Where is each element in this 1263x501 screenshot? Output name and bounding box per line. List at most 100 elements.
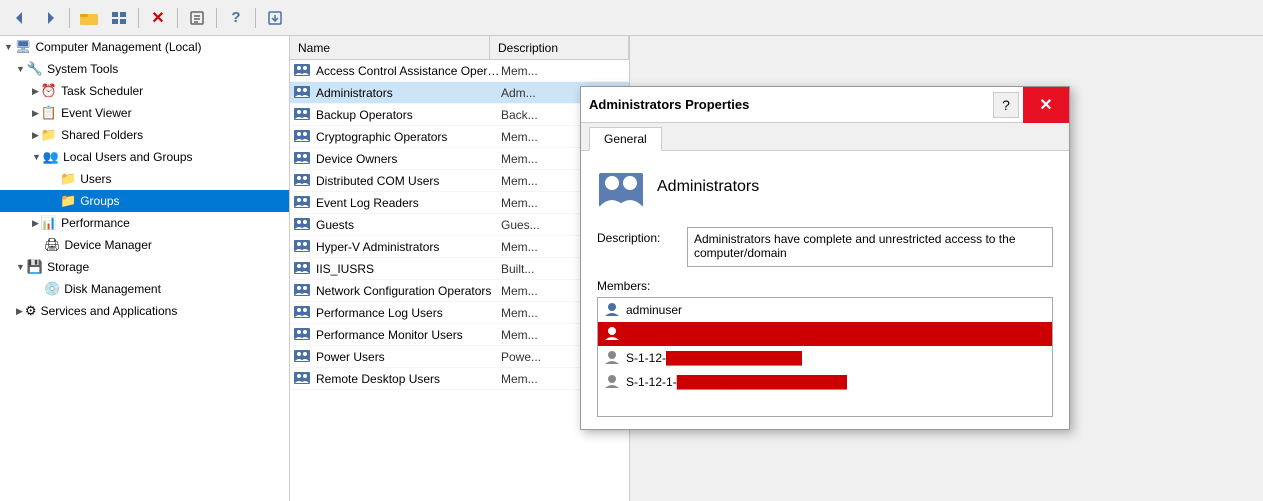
group-icon bbox=[294, 326, 310, 343]
row-name-distributed-com: Distributed COM Users bbox=[316, 174, 501, 188]
tree-item-event-viewer[interactable]: ▶ 📋 Event Viewer bbox=[0, 102, 289, 124]
separator-1 bbox=[69, 8, 70, 28]
toolbar: ✕ ? bbox=[0, 0, 1263, 36]
col-desc-header[interactable]: Description bbox=[490, 36, 629, 59]
group-icon bbox=[294, 150, 310, 167]
dialog-body: Administrators Description: Administrato… bbox=[581, 151, 1069, 429]
help-button[interactable]: ? bbox=[222, 5, 250, 31]
dialog-close-button[interactable]: ✕ bbox=[1023, 87, 1069, 123]
member-name-corporate: CORPORATE\█████████████████ bbox=[626, 327, 849, 341]
list-row-device-owners[interactable]: Device Owners Mem... bbox=[290, 148, 629, 170]
tree-item-users[interactable]: 📁 Users bbox=[0, 168, 289, 190]
member-corporate[interactable]: CORPORATE\█████████████████ bbox=[598, 322, 1052, 346]
separator-5 bbox=[255, 8, 256, 28]
dialog-help-button[interactable]: ? bbox=[993, 92, 1019, 118]
list-row-hyper-v[interactable]: Hyper-V Administrators Mem... bbox=[290, 236, 629, 258]
row-name-guests: Guests bbox=[316, 218, 501, 232]
tree-label-shared-folders: Shared Folders bbox=[61, 128, 143, 142]
tree-item-services-apps[interactable]: ▶ ⚙ Services and Applications bbox=[0, 300, 289, 322]
tree-label-device-manager: Device Manager bbox=[65, 238, 152, 252]
list-row-distributed-com[interactable]: Distributed COM Users Mem... bbox=[290, 170, 629, 192]
group-icon bbox=[294, 106, 310, 123]
tree-item-device-manager[interactable]: 🖨 Device Manager bbox=[0, 234, 289, 256]
chevron-icon: ▶ bbox=[16, 306, 23, 317]
sid-icon bbox=[604, 374, 620, 391]
tree-item-disk-mgmt[interactable]: 💿 Disk Management bbox=[0, 278, 289, 300]
description-value[interactable]: Administrators have complete and unrestr… bbox=[687, 227, 1053, 267]
list-row-backup-operators[interactable]: Backup Operators Back... bbox=[290, 104, 629, 126]
group-icon bbox=[294, 128, 310, 145]
row-name-perf-log: Performance Log Users bbox=[316, 306, 501, 320]
col-name-header[interactable]: Name bbox=[290, 36, 490, 59]
list-row-cryptographic[interactable]: Cryptographic Operators Mem... bbox=[290, 126, 629, 148]
list-row-iis[interactable]: IIS_IUSRS Built... bbox=[290, 258, 629, 280]
dialog-group-name: Administrators bbox=[657, 178, 759, 196]
users-icon: 👥 bbox=[43, 149, 59, 165]
row-name-cryptographic: Cryptographic Operators bbox=[316, 130, 501, 144]
export-button[interactable] bbox=[261, 5, 289, 31]
group-icon bbox=[294, 282, 310, 299]
list-row-administrators[interactable]: Administrators Adm... bbox=[290, 82, 629, 104]
tree-item-shared-folders[interactable]: ▶ 📁 Shared Folders bbox=[0, 124, 289, 146]
properties-button[interactable] bbox=[183, 5, 211, 31]
list-row-power-users[interactable]: Power Users Powe... bbox=[290, 346, 629, 368]
delete-button[interactable]: ✕ bbox=[144, 5, 172, 31]
group-icon bbox=[294, 216, 310, 233]
list-row-remote-desktop[interactable]: Remote Desktop Users Mem... bbox=[290, 368, 629, 390]
list-row-access-control[interactable]: Access Control Assistance Operators Mem.… bbox=[290, 60, 629, 82]
row-name-backup-operators: Backup Operators bbox=[316, 108, 501, 122]
tree-label-computer-mgmt: Computer Management (Local) bbox=[35, 40, 201, 54]
list-row-network-config[interactable]: Network Configuration Operators Mem... bbox=[290, 280, 629, 302]
tree-item-performance[interactable]: ▶ 📊 Performance bbox=[0, 212, 289, 234]
group-icon bbox=[294, 194, 310, 211]
tree-item-storage[interactable]: ▼ 💾 Storage bbox=[0, 256, 289, 278]
performance-icon: 📊 bbox=[41, 215, 57, 231]
domain-user-icon bbox=[604, 326, 620, 343]
back-button[interactable] bbox=[6, 5, 34, 31]
tree-label-system-tools: System Tools bbox=[47, 62, 118, 76]
view-button[interactable] bbox=[105, 5, 133, 31]
storage-icon: 💾 bbox=[27, 259, 43, 275]
dialog-description-field: Description: Administrators have complet… bbox=[597, 227, 1053, 267]
chevron-icon: ▼ bbox=[32, 152, 41, 162]
dialog-titlebar: Administrators Properties ? ✕ bbox=[581, 87, 1069, 123]
tree-item-task-scheduler[interactable]: ▶ ⏰ Task Scheduler bbox=[0, 80, 289, 102]
separator-2 bbox=[138, 8, 139, 28]
tree-item-computer-mgmt[interactable]: ▼ 🖥 Computer Management (Local) bbox=[0, 36, 289, 58]
tree-label-services-apps: Services and Applications bbox=[41, 304, 178, 318]
list-row-perf-log[interactable]: Performance Log Users Mem... bbox=[290, 302, 629, 324]
group-icon bbox=[294, 260, 310, 277]
separator-4 bbox=[216, 8, 217, 28]
chevron-icon: ▶ bbox=[32, 108, 39, 119]
device-icon: 🖨 bbox=[44, 237, 61, 253]
services-icon: ⚙ bbox=[25, 303, 37, 319]
tree-item-system-tools[interactable]: ▼ 🔧 System Tools bbox=[0, 58, 289, 80]
row-name-event-log: Event Log Readers bbox=[316, 196, 501, 210]
list-row-perf-monitor[interactable]: Performance Monitor Users Mem... bbox=[290, 324, 629, 346]
chevron-icon: ▶ bbox=[32, 86, 39, 97]
member-s1-12a[interactable]: S-1-12-████████████████ bbox=[598, 346, 1052, 370]
member-s1-12b[interactable]: S-1-12-1-████████████████████ bbox=[598, 370, 1052, 394]
row-name-hyper-v: Hyper-V Administrators bbox=[316, 240, 501, 254]
tree-item-local-users[interactable]: ▼ 👥 Local Users and Groups bbox=[0, 146, 289, 168]
group-icon bbox=[294, 238, 310, 255]
folder-button[interactable] bbox=[75, 5, 103, 31]
member-name-adminuser: adminuser bbox=[626, 303, 682, 317]
member-name-s1-12a: S-1-12-████████████████ bbox=[626, 351, 802, 365]
group-icon bbox=[294, 62, 310, 79]
forward-button[interactable] bbox=[36, 5, 64, 31]
list-row-event-log[interactable]: Event Log Readers Mem... bbox=[290, 192, 629, 214]
tree-label-users: Users bbox=[80, 172, 111, 186]
group-icon bbox=[294, 172, 310, 189]
tab-general[interactable]: General bbox=[589, 127, 662, 151]
list-header: Name Description bbox=[290, 36, 629, 60]
tree-item-groups[interactable]: 📁 Groups bbox=[0, 190, 289, 212]
chevron-icon: ▼ bbox=[4, 42, 13, 52]
computer-icon: 🖥 bbox=[15, 39, 32, 55]
row-name-perf-monitor: Performance Monitor Users bbox=[316, 328, 501, 342]
close-icon: ✕ bbox=[1039, 95, 1052, 115]
sid-icon bbox=[604, 350, 620, 367]
member-adminuser[interactable]: adminuser bbox=[598, 298, 1052, 322]
list-row-guests[interactable]: Guests Gues... bbox=[290, 214, 629, 236]
members-label: Members: bbox=[597, 279, 1053, 293]
